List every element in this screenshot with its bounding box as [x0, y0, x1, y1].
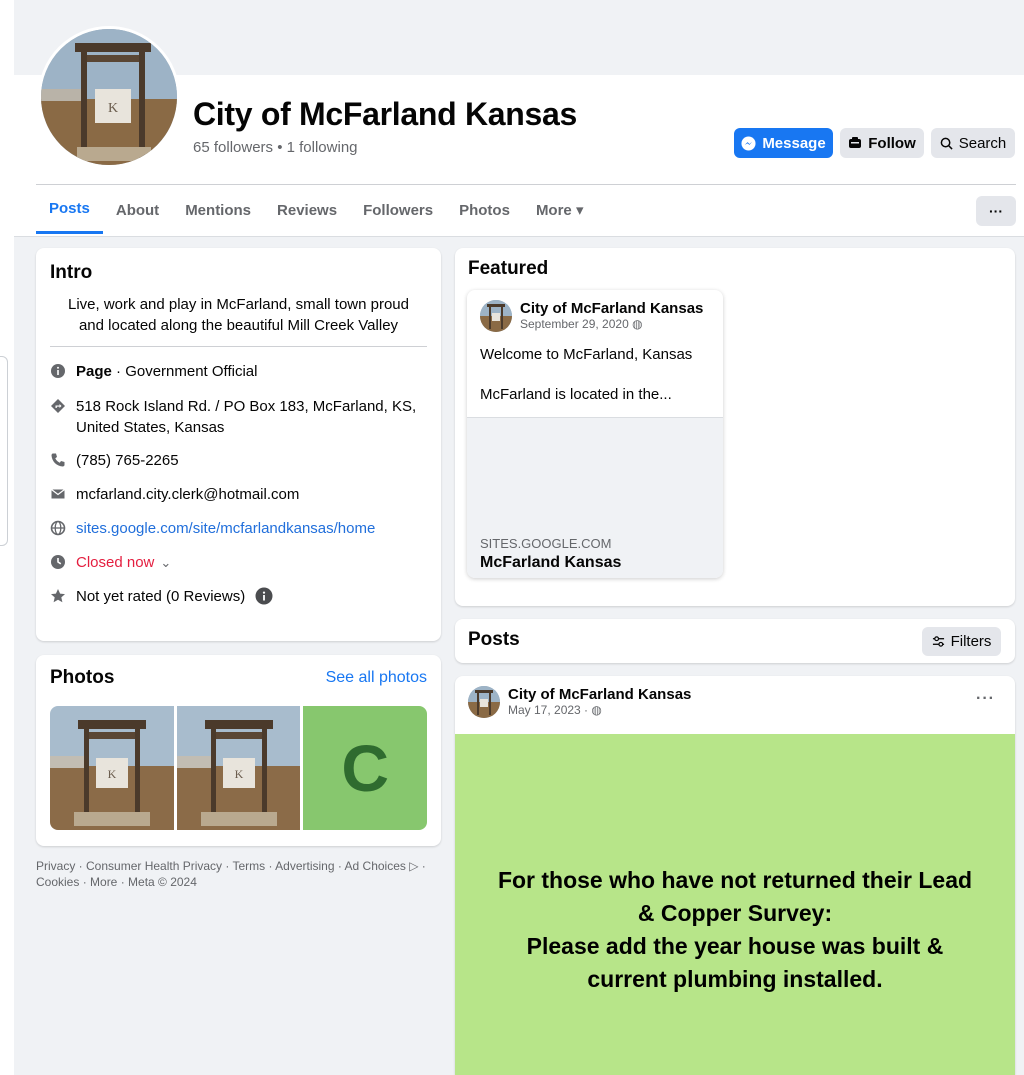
- post-image[interactable]: For those who have not returned their Le…: [455, 734, 1015, 1075]
- sign-photo-icon: [468, 686, 500, 718]
- photo-thumbnail[interactable]: K: [176, 706, 301, 830]
- post-card: City of McFarland Kansas May 17, 2023 · …: [455, 676, 1015, 1075]
- follower-stats[interactable]: 65 followers • 1 following: [193, 139, 358, 156]
- website-row: sites.google.com/site/mcfarlandkansas/ho…: [50, 518, 427, 539]
- info-icon: [50, 363, 66, 379]
- rating-info-icon[interactable]: [255, 587, 273, 605]
- intro-bio: Live, work and play in McFarland, small …: [68, 296, 409, 334]
- post-image-line: current plumbing installed.: [587, 966, 883, 992]
- chevron-down-icon: ⌄: [160, 555, 172, 570]
- messenger-icon: [741, 135, 756, 151]
- search-label: Search: [958, 134, 1007, 152]
- svg-text:K: K: [234, 767, 243, 781]
- more-options-button[interactable]: ···: [976, 196, 1016, 226]
- filter-sliders-icon: [932, 636, 944, 647]
- featured-author[interactable]: City of McFarland Kansas: [520, 300, 703, 317]
- tab-about[interactable]: About: [103, 186, 172, 234]
- svg-text:K: K: [108, 767, 117, 781]
- sign-photo-icon: K: [176, 706, 301, 830]
- link-title: McFarland Kansas: [480, 554, 622, 571]
- tab-posts[interactable]: Posts: [36, 186, 103, 234]
- post-header: City of McFarland Kansas May 17, 2023 · …: [468, 686, 691, 718]
- post-author[interactable]: City of McFarland Kansas: [508, 686, 691, 703]
- profile-avatar[interactable]: K: [38, 26, 180, 168]
- directions-icon: [50, 398, 66, 414]
- hours-row[interactable]: Closed now ⌄: [50, 552, 427, 573]
- featured-link-preview[interactable]: SITES.GOOGLE.COM McFarland Kansas: [467, 417, 723, 578]
- post-image-line: & Copper Survey:: [637, 900, 833, 926]
- post-image-line: Please add the year house was built &: [526, 933, 944, 959]
- footer-links[interactable]: Privacy · Consumer Health Privacy · Term…: [36, 858, 441, 890]
- star-icon: [50, 588, 66, 604]
- sign-photo-icon: [480, 300, 512, 332]
- posts-header: Posts Filters: [455, 619, 1015, 663]
- page-category-row: Page · Government Official: [50, 361, 427, 382]
- filters-label: Filters: [950, 633, 992, 650]
- email-icon: [50, 486, 66, 502]
- follow-icon: [849, 137, 862, 148]
- email-text[interactable]: mcfarland.city.clerk@hotmail.com: [76, 484, 299, 505]
- featured-text-1: Welcome to McFarland, Kansas: [480, 346, 693, 363]
- intro-card: Intro Live, work and play in McFarland, …: [36, 248, 441, 641]
- filters-button[interactable]: Filters: [922, 627, 1001, 656]
- address-text: 518 Rock Island Rd. / PO Box 183, McFarl…: [76, 398, 417, 436]
- intro-divider: [50, 346, 427, 347]
- sign-photo-icon: K: [50, 706, 174, 830]
- featured-title: Featured: [468, 258, 549, 279]
- featured-date[interactable]: September 29, 2020: [520, 317, 629, 331]
- post-image-text: For those who have not returned their Le…: [475, 864, 995, 996]
- message-button[interactable]: Message: [734, 128, 833, 158]
- search-button[interactable]: Search: [931, 128, 1015, 158]
- address-row: 518 Rock Island Rd. / PO Box 183, McFarl…: [50, 396, 427, 438]
- post-date[interactable]: May 17, 2023 ·: [508, 703, 588, 717]
- featured-post[interactable]: City of McFarland Kansas September 29, 2…: [467, 290, 723, 578]
- featured-text-2: McFarland is located in the...: [480, 386, 672, 403]
- globe-icon: ◍: [632, 317, 643, 331]
- tab-more[interactable]: More ▾: [523, 186, 597, 234]
- website-link[interactable]: sites.google.com/site/mcfarlandkansas/ho…: [76, 518, 375, 539]
- phone-text[interactable]: (785) 765-2265: [76, 450, 179, 471]
- featured-card: Featured City of McFarland Kansas Septem…: [455, 248, 1015, 606]
- follow-button[interactable]: Follow: [840, 128, 924, 158]
- page-label: Page: [76, 363, 112, 380]
- search-icon: [940, 137, 953, 150]
- avatar[interactable]: [468, 686, 500, 718]
- page-category: · Government Official: [111, 363, 258, 380]
- rating-text: Not yet rated (0 Reviews): [76, 588, 246, 605]
- follow-label: Follow: [868, 134, 916, 152]
- intro-title: Intro: [50, 262, 93, 283]
- header-bottom-border: [14, 236, 1024, 237]
- tab-reviews[interactable]: Reviews: [264, 186, 350, 234]
- rating-row: Not yet rated (0 Reviews): [50, 586, 427, 607]
- link-domain: SITES.GOOGLE.COM: [480, 536, 612, 551]
- phone-row: (785) 765-2265: [50, 450, 427, 471]
- photos-card: Photos See all photos K K C: [36, 655, 441, 846]
- photo-grid: K K C: [50, 706, 427, 830]
- tab-photos[interactable]: Photos: [446, 186, 523, 234]
- tab-followers[interactable]: Followers: [350, 186, 446, 234]
- post-image-line: For those who have not returned their Le…: [497, 867, 973, 893]
- see-all-photos-link[interactable]: See all photos: [326, 669, 427, 687]
- featured-post-header: City of McFarland Kansas September 29, 2…: [480, 300, 703, 332]
- left-side-panel: [0, 356, 8, 546]
- photo-thumbnail[interactable]: K: [50, 706, 174, 830]
- post-options-button[interactable]: ···: [976, 690, 995, 708]
- phone-icon: [50, 452, 66, 468]
- page-title: City of McFarland Kansas: [193, 96, 578, 132]
- globe-icon: ◍: [591, 703, 602, 717]
- tab-mentions[interactable]: Mentions: [172, 186, 264, 234]
- header-divider: [36, 184, 1016, 185]
- message-label: Message: [762, 134, 826, 152]
- avatar[interactable]: [480, 300, 512, 332]
- email-row: mcfarland.city.clerk@hotmail.com: [50, 484, 427, 505]
- photo-thumbnail-letter[interactable]: C: [303, 706, 427, 830]
- hours-status: Closed now: [76, 554, 155, 571]
- profile-tabs: Posts About Mentions Reviews Followers P…: [36, 186, 596, 236]
- globe-icon: [50, 520, 66, 536]
- sign-photo-icon: K: [41, 29, 177, 165]
- svg-text:K: K: [108, 101, 118, 116]
- clock-icon: [50, 554, 66, 570]
